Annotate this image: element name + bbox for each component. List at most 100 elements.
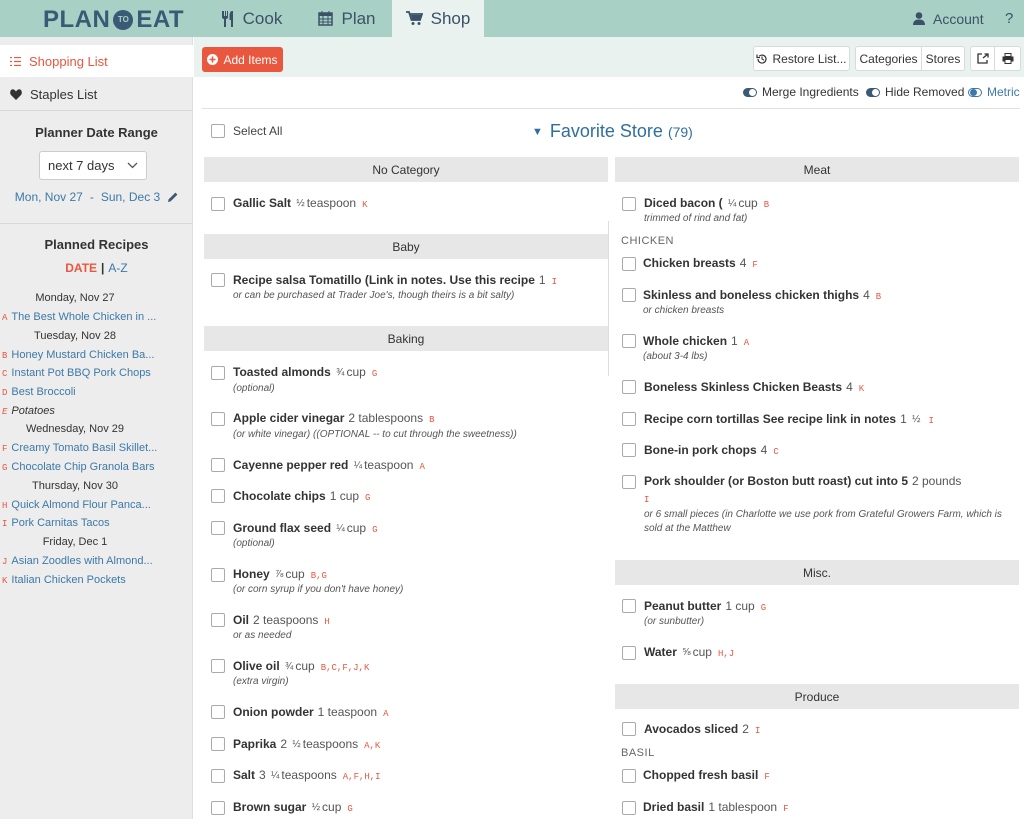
recipe-name: Italian Chicken Pockets — [11, 574, 126, 586]
item-checkbox[interactable] — [622, 599, 636, 613]
item-checkbox[interactable] — [211, 197, 225, 211]
sidebar-item-staples-list[interactable]: Staples List — [0, 78, 193, 110]
list-item: Salt 3 ¼ teaspoons A,F,H,I — [233, 768, 381, 782]
toolbar: Add Items Restore List... Categories Sto… — [194, 37, 1024, 77]
plan-to-eat-logo[interactable]: PLAN TO EAT — [43, 6, 184, 34]
nav-tab-shop[interactable]: Shop — [392, 0, 484, 37]
item-note: or 6 small pieces (in Charlotte we use p… — [644, 509, 1002, 520]
item-checkbox[interactable] — [211, 273, 225, 287]
pencil-icon[interactable] — [168, 192, 178, 202]
list-item: Honey ⅞ cup B,G — [233, 567, 327, 581]
share-button[interactable] — [970, 46, 995, 71]
recipe-letter: E — [2, 407, 8, 417]
item-checkbox[interactable] — [622, 380, 636, 394]
recipe-name: Quick Almond Flour Panca... — [11, 499, 151, 511]
list-icon — [10, 56, 21, 66]
recipe-letter: K — [2, 576, 8, 586]
help-button[interactable]: ? — [1005, 0, 1013, 37]
sidebar-item-label: Shopping List — [29, 53, 108, 69]
item-checkbox[interactable] — [622, 288, 636, 302]
nav-tab-cook[interactable]: Cook — [201, 0, 302, 37]
item-note: (or white vinegar) ((OPTIONAL -- to cut … — [233, 429, 517, 440]
item-checkbox[interactable] — [622, 197, 636, 211]
recipe-link[interactable]: F Creamy Tomato Basil Skillet... — [2, 442, 192, 454]
shopping-cart-icon — [405, 11, 423, 25]
sidebar-item-shopping-list[interactable]: Shopping List — [0, 45, 193, 77]
item-checkbox[interactable] — [622, 412, 636, 426]
sort-by-date[interactable]: DATE — [65, 261, 97, 275]
stores-button[interactable]: Stores — [921, 46, 965, 71]
item-checkbox[interactable] — [211, 769, 225, 783]
share-icon — [976, 53, 989, 64]
user-icon — [913, 12, 925, 25]
recipe-link[interactable]: J Asian Zoodles with Almond... — [2, 555, 192, 567]
recipe-link[interactable]: I Pork Carnitas Tacos — [2, 517, 192, 529]
recipe-link[interactable]: G Chocolate Chip Granola Bars — [2, 461, 192, 473]
recipe-letter: J — [2, 557, 8, 567]
planned-recipes-title: Planned Recipes — [44, 237, 149, 252]
recipe-name: Best Broccoli — [11, 386, 76, 398]
list-item: Toasted almonds ¾ cup G — [233, 365, 378, 379]
item-checkbox[interactable] — [211, 613, 225, 627]
item-checkbox[interactable] — [622, 257, 636, 271]
recipe-link[interactable]: A The Best Whole Chicken in ... — [2, 311, 192, 323]
item-checkbox[interactable] — [622, 475, 636, 489]
category-header: Baking — [204, 326, 608, 351]
item-checkbox[interactable] — [211, 366, 225, 380]
list-item: Water ⅝ cup H,J — [644, 645, 735, 659]
item-checkbox[interactable] — [211, 489, 225, 503]
top-nav-bar: PLAN TO EAT Cook Plan Shop Account ? — [0, 0, 1024, 37]
item-note: or chicken breasts — [643, 305, 725, 316]
item-checkbox[interactable] — [622, 801, 636, 815]
metric-toggle[interactable]: Metric — [968, 85, 1020, 99]
recipe-link[interactable]: D Best Broccoli — [2, 386, 192, 398]
restore-list-label: Restore List... — [772, 51, 847, 66]
add-items-button[interactable]: Add Items — [202, 47, 283, 72]
item-note: (extra virgin) — [233, 676, 289, 687]
categories-button[interactable]: Categories — [855, 46, 922, 71]
item-checkbox[interactable] — [211, 801, 225, 815]
recipe-letter: D — [2, 388, 8, 398]
item-checkbox[interactable] — [622, 722, 636, 736]
recipe-link[interactable]: C Instant Pot BBQ Pork Chops — [2, 367, 192, 379]
item-checkbox[interactable] — [622, 443, 636, 457]
toggle-on-icon — [743, 87, 757, 97]
add-items-label: Add Items — [223, 52, 278, 67]
list-item: Pork shoulder (or Boston butt roast) cut… — [644, 474, 962, 488]
nav-tab-plan[interactable]: Plan — [302, 0, 392, 37]
merge-ingredients-toggle[interactable]: Merge Ingredients — [743, 85, 859, 99]
caret-down-icon: ▼ — [532, 125, 543, 138]
category-header: Misc. — [615, 560, 1019, 585]
date-range-title: Planner Date Range — [35, 125, 158, 140]
range-start: Mon, Nov 27 — [14, 190, 83, 204]
list-item: Apple cider vinegar 2 tablespoons B — [233, 411, 435, 425]
recipe-link[interactable]: B Honey Mustard Chicken Ba... — [2, 349, 192, 361]
main-content: Add Items Restore List... Categories Sto… — [194, 37, 1024, 819]
item-checkbox[interactable] — [211, 521, 225, 535]
print-button[interactable] — [994, 46, 1021, 71]
date-range-select[interactable]: next 7 days — [39, 151, 147, 180]
hide-removed-toggle[interactable]: Hide Removed — [866, 85, 964, 99]
sort-by-a-z[interactable]: A-Z — [108, 261, 127, 275]
item-checkbox[interactable] — [211, 705, 225, 719]
recipe-link[interactable]: K Italian Chicken Pockets — [2, 574, 192, 586]
item-checkbox[interactable] — [622, 769, 636, 783]
select-all-checkbox[interactable] — [211, 124, 225, 138]
chevron-down-icon — [127, 162, 138, 169]
item-note: or as needed — [233, 630, 292, 641]
item-checkbox[interactable] — [211, 458, 225, 472]
item-checkbox[interactable] — [211, 412, 225, 426]
recipe-letter: A — [2, 313, 8, 323]
categories-label: Categories — [859, 51, 918, 66]
account-menu[interactable]: Account — [913, 0, 984, 37]
restore-list-button[interactable]: Restore List... — [753, 46, 850, 71]
item-note: sold at the Matthew — [644, 523, 731, 534]
item-checkbox[interactable] — [211, 659, 225, 673]
store-heading[interactable]: ▼ Favorite Store (79) — [532, 121, 693, 142]
item-checkbox[interactable] — [211, 568, 225, 582]
recipe-link[interactable]: H Quick Almond Flour Panca... — [2, 499, 192, 511]
item-checkbox[interactable] — [622, 334, 636, 348]
item-checkbox[interactable] — [211, 737, 225, 751]
hide-removed-label: Hide Removed — [885, 85, 965, 99]
item-checkbox[interactable] — [622, 646, 636, 660]
